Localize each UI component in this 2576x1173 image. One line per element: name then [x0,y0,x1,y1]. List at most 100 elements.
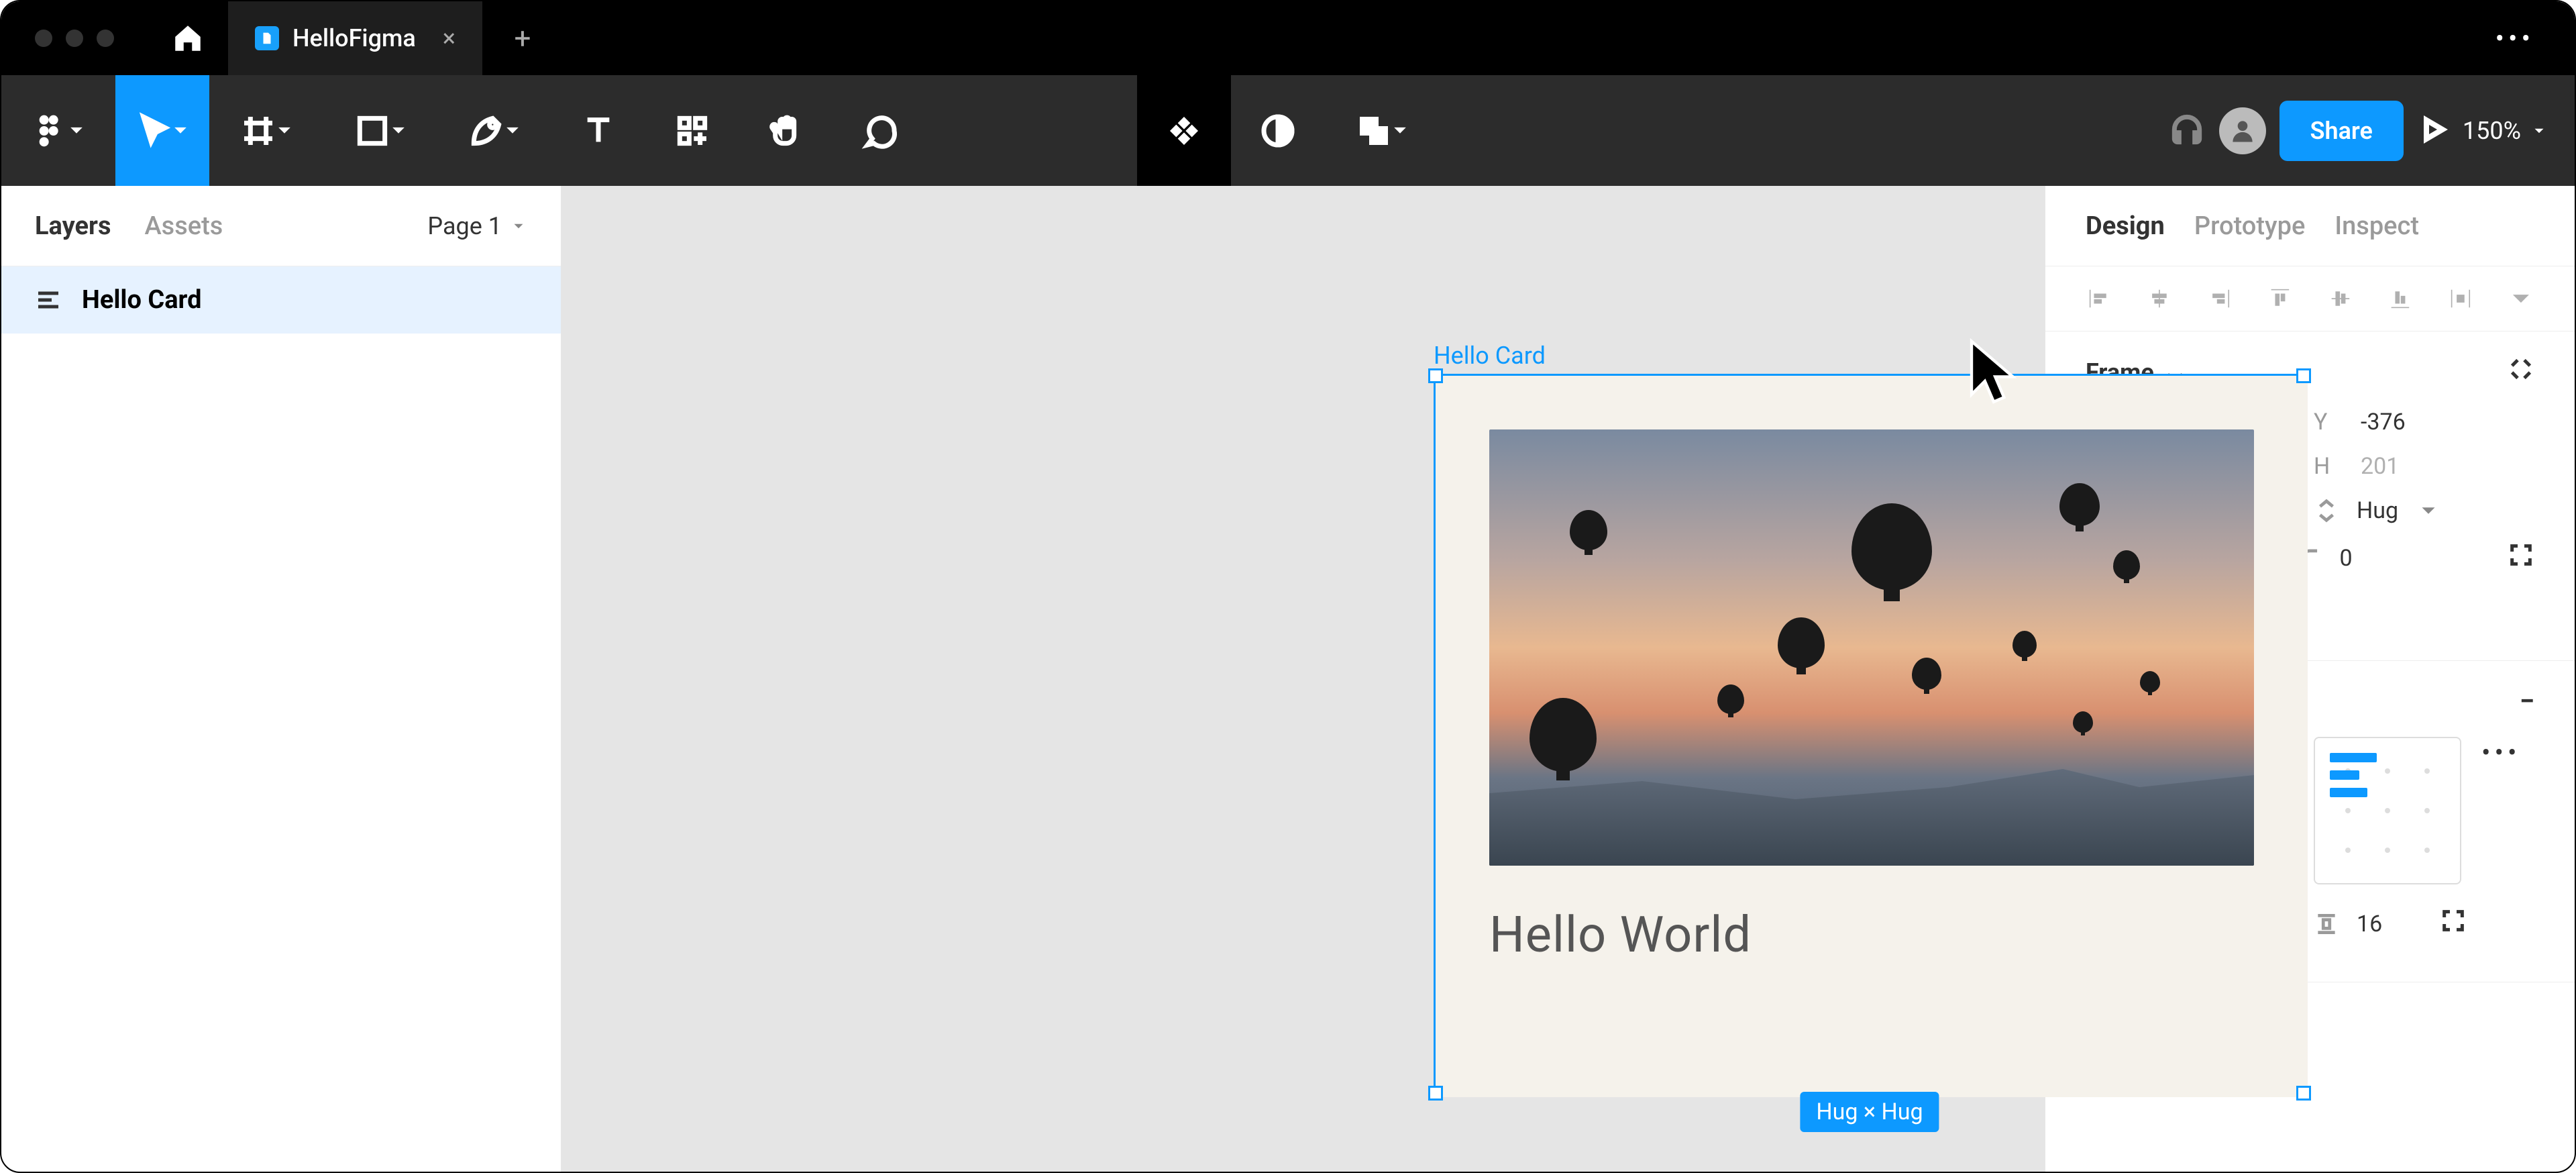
headphones-icon [2168,111,2206,148]
resize-handle-bl[interactable] [1428,1086,1443,1101]
app-window: HelloFigma × + ••• [0,0,2576,1173]
align-hcenter-icon[interactable] [2146,284,2173,313]
text-icon [580,112,617,150]
layer-row[interactable]: Hello Card [1,266,561,334]
resources-tool[interactable] [645,75,739,186]
card-title-text[interactable]: Hello World [1489,906,2254,964]
distribute-icon[interactable] [2447,284,2474,313]
tab-inspect[interactable]: Inspect [2334,211,2419,241]
file-tab[interactable]: HelloFigma × [228,1,482,75]
right-panel-tabs: Design Prototype Inspect [2045,186,2575,266]
share-button[interactable]: Share [2279,101,2404,161]
mask-icon [1259,112,1297,150]
balloon-icon [2073,711,2093,733]
hand-tool[interactable] [739,75,833,186]
hug-vertical-icon [2314,498,2339,523]
component-icon [1165,112,1203,150]
balloon-icon [2059,483,2100,526]
fit-frame-icon[interactable] [2508,356,2534,389]
vertical-resize-field[interactable]: Hug [2314,497,2515,524]
home-icon [171,21,205,55]
tab-layers[interactable]: Layers [35,211,111,241]
card-image[interactable] [1489,429,2254,866]
rectangle-icon [354,112,391,150]
page-selector[interactable]: Page 1 [427,212,527,240]
chevron-down-icon [173,123,189,139]
user-avatar[interactable] [2219,107,2266,154]
balloon-icon [1570,510,1607,550]
tab-design[interactable]: Design [2086,211,2165,241]
window-controls [1,30,148,47]
alignment-controls [2045,266,2575,332]
audio-button[interactable] [2168,111,2206,151]
zoom-selector[interactable]: 150% [2463,117,2548,145]
selection-label[interactable]: Hello Card [1434,342,1546,370]
person-icon [2228,116,2257,146]
resize-handle-tl[interactable] [1428,368,1443,383]
close-tab-icon[interactable]: × [429,24,455,52]
remove-autolayout-icon[interactable]: − [2520,685,2534,717]
title-bar: HelloFigma × + ••• [1,1,2575,75]
boolean-tool[interactable] [1325,75,1439,186]
toolbar-center [1137,75,1439,186]
resize-handle-tr[interactable] [2296,368,2311,383]
chevron-down-icon [277,123,293,139]
size-badge: Hug × Hug [1800,1092,1939,1132]
move-tool[interactable] [115,75,209,186]
hello-card-frame[interactable]: Hello World [1436,376,2308,1097]
overflow-menu-icon[interactable]: ••• [2496,23,2575,54]
comment-tool[interactable] [833,75,927,186]
close-window-icon[interactable] [35,30,52,47]
padding-v-field[interactable]: 16 [2314,907,2515,940]
tab-prototype[interactable]: Prototype [2194,211,2306,241]
minimize-window-icon[interactable] [66,30,83,47]
balloon-icon [1778,617,1825,668]
radius-field[interactable]: 0 [2297,545,2481,572]
chevron-down-icon [505,123,521,139]
resources-icon [674,112,711,150]
resize-handle-br[interactable] [2296,1086,2311,1101]
align-vcenter-icon[interactable] [2327,284,2354,313]
layer-name: Hello Card [82,285,202,315]
selection-box[interactable]: Hello World Hug × Hug [1434,374,2306,1095]
new-tab-button[interactable]: + [482,1,563,75]
chevron-down-icon[interactable] [2508,284,2534,313]
auto-layout-frame-icon [35,287,62,313]
canvas[interactable]: Hello Card [561,186,2045,1173]
chevron-down-icon [510,217,527,235]
align-top-icon[interactable] [2267,284,2294,313]
padding-v-icon [2314,911,2339,937]
cursor-icon [1964,337,2024,411]
comment-icon [861,112,899,150]
independent-corners-icon[interactable] [2508,542,2534,574]
maximize-window-icon[interactable] [97,30,114,47]
frame-tool[interactable] [209,75,323,186]
y-field[interactable]: Y-376 [2314,409,2515,436]
text-tool[interactable] [551,75,645,186]
present-button[interactable] [2417,113,2449,148]
chevron-down-icon [69,123,85,139]
chevron-down-icon [1393,123,1409,139]
alignment-box[interactable] [2314,737,2461,884]
home-tab[interactable] [148,1,228,75]
mask-tool[interactable] [1231,75,1325,186]
autolayout-advanced-icon[interactable]: ••• [2481,737,2521,768]
balloon-icon [1529,698,1597,772]
align-left-icon[interactable] [2086,284,2112,313]
h-field[interactable]: H201 [2314,453,2515,480]
figma-file-icon [255,26,279,50]
align-bottom-icon[interactable] [2387,284,2414,313]
independent-padding-icon[interactable] [2440,907,2467,940]
balloon-icon [1851,503,1932,591]
mouse-cursor [1964,337,2024,413]
tab-assets[interactable]: Assets [144,211,223,241]
component-tool[interactable] [1137,75,1231,186]
balloon-icon [2113,550,2140,580]
shape-tool[interactable] [323,75,437,186]
main-menu-button[interactable] [1,75,115,186]
chevron-down-icon [391,123,407,139]
toolbar: Share 150% [1,75,2575,186]
pen-tool[interactable] [437,75,551,186]
left-panel: Layers Assets Page 1 Hello Card [1,186,561,1173]
align-right-icon[interactable] [2206,284,2233,313]
